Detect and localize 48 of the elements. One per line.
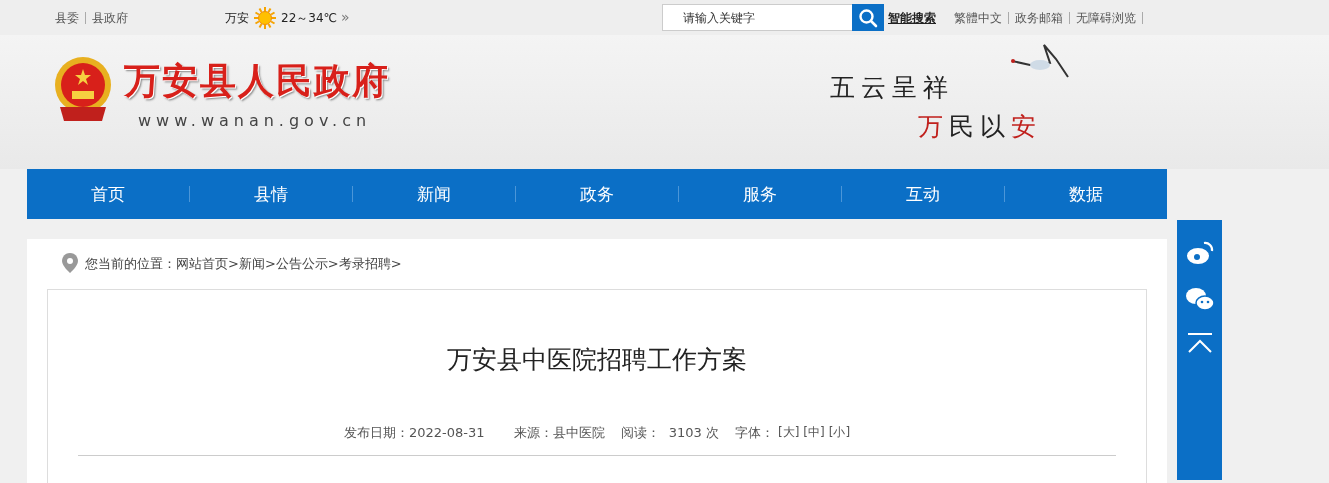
site-url: www.wanan.gov.cn [137, 110, 373, 132]
smart-search-link[interactable]: 智能搜索 [888, 8, 936, 27]
location-pin-icon [61, 252, 79, 276]
breadcrumb-separator: > [228, 255, 239, 274]
article-source: 来源：县中医院 [514, 424, 606, 442]
nav-link[interactable]: 政务 [516, 186, 679, 202]
nav-link[interactable]: 互动 [842, 186, 1005, 202]
top-link[interactable]: 繁體中文 [954, 11, 1009, 24]
breadcrumb-label: 您当前的位置： [85, 255, 176, 274]
breadcrumb-separator: > [327, 255, 339, 274]
slogan-character: 民 [949, 114, 980, 139]
nav-link[interactable]: 新闻 [353, 186, 516, 202]
slogan-character: 以 [980, 114, 1011, 139]
breadcrumb-link[interactable]: 考录招聘 [338, 254, 391, 274]
font-size-link[interactable]: [小] [828, 423, 851, 443]
slogan-text: 五云呈祥 [830, 75, 955, 100]
site-title: 万安县人民政府 [124, 63, 390, 99]
nav-link[interactable]: 数据 [1005, 186, 1167, 202]
weather-temperature: 22～34℃ [281, 9, 337, 27]
search-field[interactable]: 请输入关键字 [662, 4, 852, 31]
breadcrumb-link[interactable]: 公告公示 [275, 254, 328, 274]
breadcrumb-link[interactable]: 新闻 [238, 254, 265, 274]
emblem-icon [52, 55, 114, 123]
breadcrumb-separator: > [264, 255, 276, 274]
back-to-top-icon[interactable] [1186, 332, 1213, 354]
nav-link[interactable]: 县情 [190, 186, 353, 202]
top-link[interactable]: 县政府 [92, 8, 128, 27]
font-size-label: 字体： [734, 424, 774, 442]
view-count: 阅读： 3103 次 [621, 424, 719, 442]
breadcrumb-separator: > [390, 255, 402, 274]
nav-link[interactable]: 服务 [679, 186, 842, 202]
breadcrumb-link[interactable]: 网站首页 [176, 254, 228, 274]
font-size-link[interactable]: [中] [803, 423, 825, 443]
top-link[interactable]: 政务邮箱 [1015, 11, 1070, 24]
top-link[interactable]: 县委 [55, 11, 86, 24]
weather-more-link[interactable]: » [341, 7, 350, 28]
article-title: 万安县中医院招聘工作方案 [446, 345, 748, 375]
font-size-link[interactable]: [大] [777, 423, 800, 443]
wechat-icon[interactable] [1184, 286, 1215, 312]
top-link[interactable]: 无障碍浏览 [1076, 11, 1143, 24]
weibo-icon[interactable] [1185, 240, 1214, 266]
weather-city: 万安 [225, 9, 249, 27]
slogan-character: 万 [918, 114, 949, 139]
search-button[interactable] [852, 4, 884, 31]
sun-icon [253, 5, 277, 30]
slogan-character: 安 [1011, 114, 1042, 139]
nav-link[interactable]: 首页 [27, 186, 190, 202]
publish-date: 发布日期：2022-08-31 [343, 424, 485, 442]
